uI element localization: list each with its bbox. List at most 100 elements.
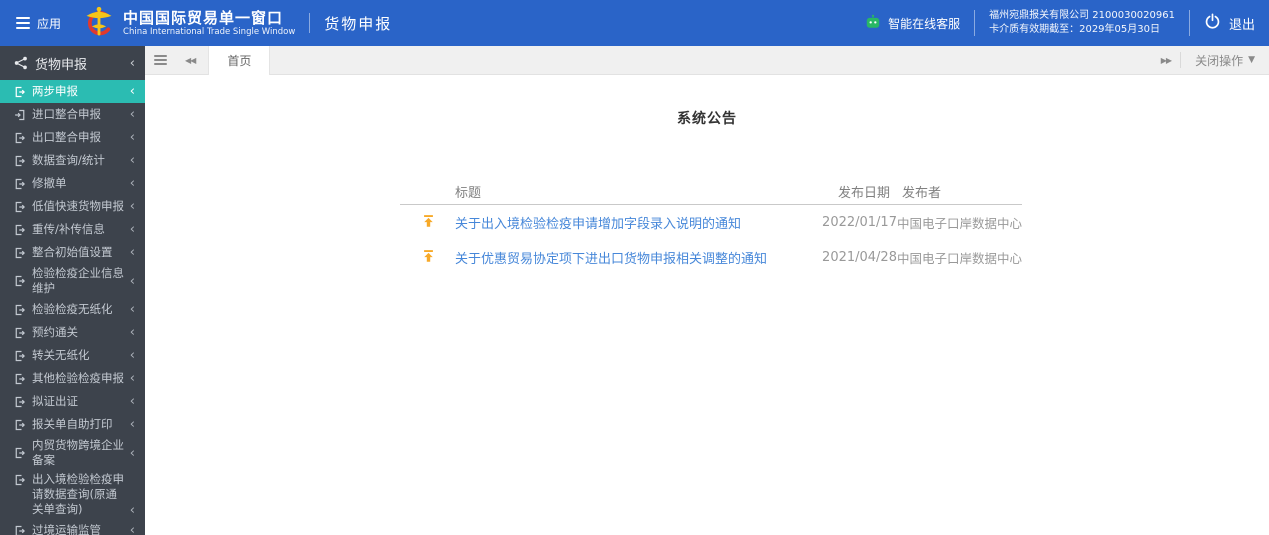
sidebar-item-customs-declaration-self-print[interactable]: 报关单自助打印 ‹ <box>0 413 145 436</box>
sidebar-item-other-ciq-declaration[interactable]: 其他检验检疫申报 ‹ <box>0 367 145 390</box>
sign-out-icon <box>14 247 26 259</box>
company-name: 福州宛鼎报关有限公司 2100030020961 <box>989 10 1175 21</box>
sidebar-item-certificate-drafting-issuance[interactable]: 拟证出证 ‹ <box>0 390 145 413</box>
sidebar-item-import-integrated-declaration[interactable]: 进口整合申报 ‹ <box>0 103 145 126</box>
sidebar-item-amend-cancel-declaration[interactable]: 修撤单 ‹ <box>0 172 145 195</box>
sidebar-item-ciq-enterprise-info-maintenance[interactable]: 检验检疫企业信息维护 ‹ <box>0 264 145 298</box>
chevron-left-icon: ‹ <box>129 176 135 191</box>
chevron-left-icon[interactable]: ‹ <box>126 57 135 70</box>
caret-down-icon: ▼ <box>1248 55 1255 65</box>
top-header: 应用 中国国际贸易单一窗口 China International Trade … <box>0 0 1269 46</box>
pin-top-icon <box>422 249 435 267</box>
sign-in-icon <box>14 109 26 121</box>
publisher-column-header: 发布者 <box>902 185 942 201</box>
logout-button[interactable]: 退出 <box>1204 13 1255 34</box>
sidebar-item-transit-transport-supervision[interactable]: 过境运输监管 ‹ <box>0 519 145 535</box>
title-column-header: 标题 <box>455 185 482 201</box>
scroll-tabs-left-button[interactable]: ◀◀ <box>176 46 204 74</box>
sidebar-item-retransmit-supplement-info[interactable]: 重传/补传信息 ‹ <box>0 218 145 241</box>
sidebar-item-label: 数据查询/统计 <box>32 153 105 167</box>
sidebar-item-label: 拟证出证 <box>32 394 78 408</box>
sidebar-item-label: 低值快速货物申报 <box>32 199 124 213</box>
sign-out-icon <box>14 201 26 213</box>
tab-home[interactable]: 首页 <box>208 45 271 75</box>
tab-bar: ◀◀ 首页 ▶▶ 关闭操作 ▼ <box>145 45 1269 75</box>
sign-out-icon <box>14 525 26 535</box>
sign-out-icon <box>14 132 26 144</box>
sidebar-item-label: 其他检验检疫申报 <box>32 371 124 385</box>
sidebar-item-label: 检验检疫无纸化 <box>32 302 113 316</box>
sign-out-icon <box>14 474 26 486</box>
sidebar-item-label: 报关单自助打印 <box>32 417 113 431</box>
module-title: 货物申报 <box>324 14 393 33</box>
sidebar-item-label: 进口整合申报 <box>32 107 101 121</box>
sign-out-icon <box>14 224 26 236</box>
chevron-left-icon: ‹ <box>129 394 135 409</box>
announcement-date: 2021/04/28 <box>822 250 897 265</box>
chevron-left-icon: ‹ <box>129 348 135 363</box>
home-page: 系统公告 标题 发布日期 发布者 关于出入境检验检疫申请增加字段录入说明的通知 … <box>145 75 1269 535</box>
sign-out-icon <box>14 419 26 431</box>
sidebar-item-ciq-paperless[interactable]: 检验检疫无纸化 ‹ <box>0 298 145 321</box>
sidebar-item-label: 转关无纸化 <box>32 348 90 362</box>
header-divider <box>974 10 976 36</box>
sidebar-item-label: 两步申报 <box>32 84 78 98</box>
sidebar-item-ciq-application-data-query[interactable]: 出入境检验检疫申请数据查询(原通关单查询) ‹ <box>0 470 145 519</box>
sign-out-icon <box>14 86 26 98</box>
sidebar-item-two-step-declaration[interactable]: 两步申报 ‹ <box>0 80 145 103</box>
power-icon <box>1204 13 1221 34</box>
brand-title-en: China International Trade Single Window <box>123 26 296 37</box>
page-title: 系统公告 <box>677 111 737 127</box>
hamburger-icon <box>154 55 167 65</box>
announcement-link[interactable]: 关于出入境检验检疫申请增加字段录入说明的通知 <box>455 217 741 232</box>
announcement-publisher: 中国电子口岸数据中心 <box>896 251 1022 266</box>
sign-out-icon <box>14 350 26 362</box>
robot-icon <box>865 14 881 33</box>
card-validity: 卡介质有效期截至：2029年05月30日 <box>989 24 1160 35</box>
sidebar-item-label: 过境运输监管 <box>32 523 101 535</box>
announcement-link[interactable]: 关于优惠贸易协定项下进出口货物申报相关调整的通知 <box>455 252 767 267</box>
sidebar-item-appointment-clearance[interactable]: 预约通关 ‹ <box>0 321 145 344</box>
table-header-row: 标题 发布日期 发布者 <box>400 178 1022 205</box>
chevron-left-icon: ‹ <box>129 153 135 168</box>
chevron-left-icon: ‹ <box>129 523 135 535</box>
sidebar-header[interactable]: 货物申报 ‹ <box>0 46 145 80</box>
content-area: ◀◀ 首页 ▶▶ 关闭操作 ▼ 系统公告 标题 发布日期 发布者 关于出入境检验… <box>145 45 1269 535</box>
sidebar-item-integration-default-settings[interactable]: 整合初始值设置 ‹ <box>0 241 145 264</box>
brand-text: 中国国际贸易单一窗口 China International Trade Sin… <box>123 8 296 37</box>
online-service-label: 智能在线客服 <box>888 16 961 31</box>
sidebar-item-export-integrated-declaration[interactable]: 出口整合申报 ‹ <box>0 126 145 149</box>
double-left-arrow-icon: ◀◀ <box>185 55 196 65</box>
sidebar-item-label: 出入境检验检疫申请数据查询(原通关单查询) <box>32 472 124 516</box>
chevron-left-icon: ‹ <box>129 107 135 122</box>
sign-out-icon <box>14 304 26 316</box>
sign-out-icon <box>14 327 26 339</box>
brand-title-cn: 中国国际贸易单一窗口 <box>123 8 284 27</box>
brand: 中国国际贸易单一窗口 China International Trade Sin… <box>83 5 295 41</box>
sign-out-icon <box>14 178 26 190</box>
apps-menu-label: 应用 <box>37 16 62 31</box>
scroll-tabs-right-button[interactable]: ▶▶ <box>1152 46 1180 74</box>
sidebar-item-label: 预约通关 <box>32 325 78 339</box>
online-service-button[interactable]: 智能在线客服 <box>865 14 960 33</box>
sidebar-item-label: 整合初始值设置 <box>32 245 113 259</box>
tab-menu-button[interactable] <box>145 46 176 74</box>
chevron-left-icon: ‹ <box>129 445 135 461</box>
sidebar-item-transit-paperless[interactable]: 转关无纸化 ‹ <box>0 344 145 367</box>
sidebar-item-label: 检验检疫企业信息维护 <box>32 266 124 295</box>
sign-out-icon <box>14 447 26 459</box>
announcement-publisher: 中国电子口岸数据中心 <box>896 216 1022 231</box>
sidebar: 货物申报 ‹ 两步申报 ‹ 进口整合申报 ‹ 出口整合申报 ‹ 数据查询/统计 … <box>0 46 145 535</box>
app-window: 应用 中国国际贸易单一窗口 China International Trade … <box>0 0 1269 535</box>
sidebar-title: 货物申报 <box>35 57 88 73</box>
sidebar-item-domestic-cargo-crossborder-enterprise-filing[interactable]: 内贸货物跨境企业备案 ‹ <box>0 436 145 470</box>
chevron-left-icon: ‹ <box>129 417 135 432</box>
logout-label: 退出 <box>1228 17 1255 33</box>
chevron-left-icon: ‹ <box>129 273 135 289</box>
sidebar-item-data-query-statistics[interactable]: 数据查询/统计 ‹ <box>0 149 145 172</box>
close-operations-dropdown[interactable]: 关闭操作 ▼ <box>1181 52 1269 69</box>
pin-top-icon <box>422 214 435 232</box>
sidebar-item-low-value-express-declaration[interactable]: 低值快速货物申报 ‹ <box>0 195 145 218</box>
apps-menu-button[interactable]: 应用 <box>0 15 77 32</box>
announcement-date: 2022/01/17 <box>822 215 897 230</box>
